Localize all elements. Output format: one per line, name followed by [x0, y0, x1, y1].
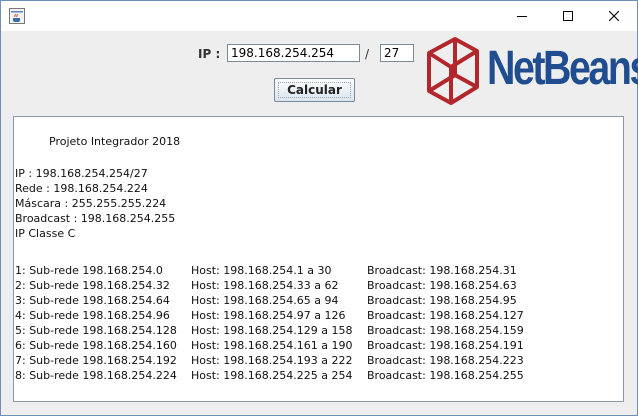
netbeans-logo-text: NetBeans — [487, 42, 638, 95]
host-cell: Host: 198.168.254.65 a 94 — [191, 294, 339, 307]
ip-label: IP : — [198, 47, 221, 61]
subnet-cell: 5: Sub-rede 198.168.254.128 — [15, 324, 177, 337]
host-cell: Host: 198.168.254.161 a 190 — [191, 339, 353, 352]
subnet-row: 1: Sub-rede 198.168.254.0 Host: 198.168.… — [15, 263, 615, 278]
info-rede: Rede : 198.168.254.224 — [15, 182, 148, 195]
maximize-button[interactable] — [545, 1, 591, 31]
output-title: Projeto Integrador 2018 — [49, 135, 181, 148]
subnet-row: 5: Sub-rede 198.168.254.128 Host: 198.16… — [15, 323, 615, 338]
subnet-row: 2: Sub-rede 198.168.254.32 Host: 198.168… — [15, 278, 615, 293]
calcular-button[interactable]: Calcular — [274, 78, 355, 102]
host-cell: Host: 198.168.254.225 a 254 — [191, 369, 353, 382]
broadcast-cell: Broadcast: 198.168.254.191 — [367, 339, 524, 352]
minimize-icon — [517, 16, 527, 17]
minimize-button[interactable] — [499, 1, 545, 31]
info-classe: IP Classe C — [15, 227, 76, 240]
subnet-cell: 7: Sub-rede 198.168.254.192 — [15, 354, 177, 367]
host-cell: Host: 198.168.254.97 a 126 — [191, 309, 346, 322]
subnet-cell: 3: Sub-rede 198.168.254.64 — [15, 294, 170, 307]
app-window: IP : 198.168.254.254 / 27 Calcular NetBe… — [0, 0, 638, 416]
broadcast-cell: Broadcast: 198.168.254.255 — [367, 369, 524, 382]
broadcast-cell: Broadcast: 198.168.254.63 — [367, 279, 517, 292]
close-icon — [609, 11, 619, 21]
broadcast-cell: Broadcast: 198.168.254.127 — [367, 309, 524, 322]
host-cell: Host: 198.168.254.33 a 62 — [191, 279, 339, 292]
java-app-icon — [9, 8, 25, 24]
ip-input[interactable]: 198.168.254.254 — [227, 44, 360, 62]
info-broadcast: Broadcast : 198.168.254.255 — [15, 212, 176, 225]
broadcast-cell: Broadcast: 198.168.254.159 — [367, 324, 524, 337]
subnet-row: 8: Sub-rede 198.168.254.224 Host: 198.16… — [15, 368, 615, 383]
maximize-icon — [563, 11, 573, 21]
host-cell: Host: 198.168.254.1 a 30 — [191, 264, 332, 277]
subnet-row: 4: Sub-rede 198.168.254.96 Host: 198.168… — [15, 308, 615, 323]
broadcast-cell: Broadcast: 198.168.254.223 — [367, 354, 524, 367]
info-mascara: Máscara : 255.255.255.224 — [15, 197, 167, 210]
host-cell: Host: 198.168.254.129 a 158 — [191, 324, 353, 337]
subnet-cell: 8: Sub-rede 198.168.254.224 — [15, 369, 177, 382]
subnet-cell: 1: Sub-rede 198.168.254.0 — [15, 264, 163, 277]
subnet-cell: 6: Sub-rede 198.168.254.160 — [15, 339, 177, 352]
subnet-cell: 2: Sub-rede 198.168.254.32 — [15, 279, 170, 292]
broadcast-cell: Broadcast: 198.168.254.95 — [367, 294, 517, 307]
subnet-row: 6: Sub-rede 198.168.254.160 Host: 198.16… — [15, 338, 615, 353]
close-button[interactable] — [591, 1, 637, 31]
output-text-area[interactable]: Projeto Integrador 2018 IP : 198.168.254… — [13, 116, 624, 402]
slash-label: / — [365, 47, 370, 61]
subnet-row: 7: Sub-rede 198.168.254.192 Host: 198.16… — [15, 353, 615, 368]
subnet-row: 3: Sub-rede 198.168.254.64 Host: 198.168… — [15, 293, 615, 308]
title-bar — [1, 1, 637, 31]
info-ip: IP : 198.168.254.254/27 — [15, 167, 148, 180]
broadcast-cell: Broadcast: 198.168.254.31 — [367, 264, 517, 277]
host-cell: Host: 198.168.254.193 a 222 — [191, 354, 353, 367]
subnet-cell: 4: Sub-rede 198.168.254.96 — [15, 309, 170, 322]
mask-input[interactable]: 27 — [380, 44, 414, 62]
